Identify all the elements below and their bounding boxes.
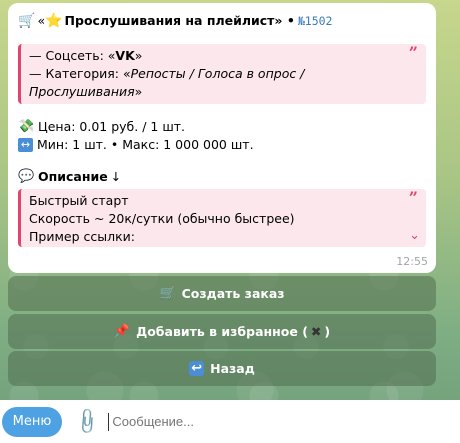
chevron-down-icon[interactable]: ⌄ bbox=[409, 227, 420, 245]
title-prefix: « bbox=[37, 13, 46, 28]
money-icon: 💸 bbox=[18, 119, 35, 134]
social-line: — Соцсеть: «VK» bbox=[29, 47, 400, 65]
message-composer: Меню 📎 bbox=[0, 400, 460, 443]
pushpin-icon: 📌 bbox=[113, 324, 131, 339]
social-prefix: — Соцсеть: « bbox=[29, 48, 116, 63]
description-quote[interactable]: ” Быстрый старт Скорость ~ 20к/сутки (об… bbox=[18, 189, 426, 247]
quote-mark-icon: ” bbox=[408, 188, 418, 207]
title-suffix: » • bbox=[274, 13, 295, 28]
add-favorite-suffix: ) bbox=[324, 324, 331, 339]
quote-mark-icon: ” bbox=[408, 43, 418, 62]
order-number[interactable]: №1502 bbox=[298, 12, 333, 30]
star-icon: ⭐ bbox=[45, 13, 63, 29]
message-title: 🛒 « ⭐ Прослушивания на плейлист » • №150… bbox=[18, 12, 426, 30]
add-favorite-label: Добавить в избранное ( bbox=[136, 324, 308, 339]
back-label: Назад bbox=[210, 361, 255, 376]
category-suffix: » bbox=[134, 84, 143, 99]
menu-button[interactable]: Меню bbox=[2, 406, 62, 437]
description-line: Пример ссылки: bbox=[29, 229, 135, 244]
left-right-arrow-icon: ↔ bbox=[18, 138, 33, 152]
description-arrow: ↓ bbox=[110, 169, 122, 184]
message-bubble: 🛒 « ⭐ Прослушивания на плейлист » • №150… bbox=[8, 3, 436, 273]
create-order-button[interactable]: 🛒 Создать заказ bbox=[8, 276, 436, 311]
social-suffix: » bbox=[134, 48, 143, 63]
shopping-cart-icon: 🛒 bbox=[159, 286, 176, 301]
message-input[interactable] bbox=[108, 412, 409, 431]
speech-bubble-icon: 💬 bbox=[18, 169, 35, 184]
service-info-quote: ” — Соцсеть: «VK» — Категория: «Репосты … bbox=[18, 44, 426, 104]
description-heading: 💬 Описание ↓ bbox=[18, 168, 426, 186]
paperclip-icon[interactable]: 📎 bbox=[72, 406, 103, 437]
back-button[interactable]: ↩ Назад bbox=[8, 351, 436, 386]
add-favorite-button[interactable]: 📌 Добавить в избранное ( ✖ ) bbox=[8, 314, 436, 349]
back-arrow-icon: ↩ bbox=[189, 361, 205, 376]
message-time: 12:55 bbox=[396, 255, 428, 268]
description-heading-text: Описание bbox=[38, 169, 108, 184]
minmax-text: Мин: 1 шт. • Макс: 1 000 000 шт. bbox=[37, 137, 254, 152]
social-value: VK bbox=[115, 48, 135, 63]
category-line: — Категория: «Репосты / Голоса в опрос /… bbox=[29, 65, 400, 101]
description-line: Скорость ~ 20к/сутки (обычно быстрее) bbox=[29, 211, 295, 226]
service-title: Прослушивания на плейлист bbox=[64, 13, 275, 28]
price-text: Цена: 0.01 руб. / 1 шт. bbox=[38, 119, 186, 134]
category-prefix: — Категория: « bbox=[29, 66, 131, 81]
minmax-row: ↔ Мин: 1 шт. • Макс: 1 000 000 шт. bbox=[18, 136, 426, 154]
create-order-label: Создать заказ bbox=[181, 286, 285, 301]
price-row: 💸 Цена: 0.01 руб. / 1 шт. bbox=[18, 118, 426, 136]
shopping-cart-icon: 🛒 bbox=[18, 13, 36, 29]
description-line: Быстрый старт bbox=[29, 193, 129, 208]
cross-mark-icon: ✖ bbox=[310, 324, 322, 339]
